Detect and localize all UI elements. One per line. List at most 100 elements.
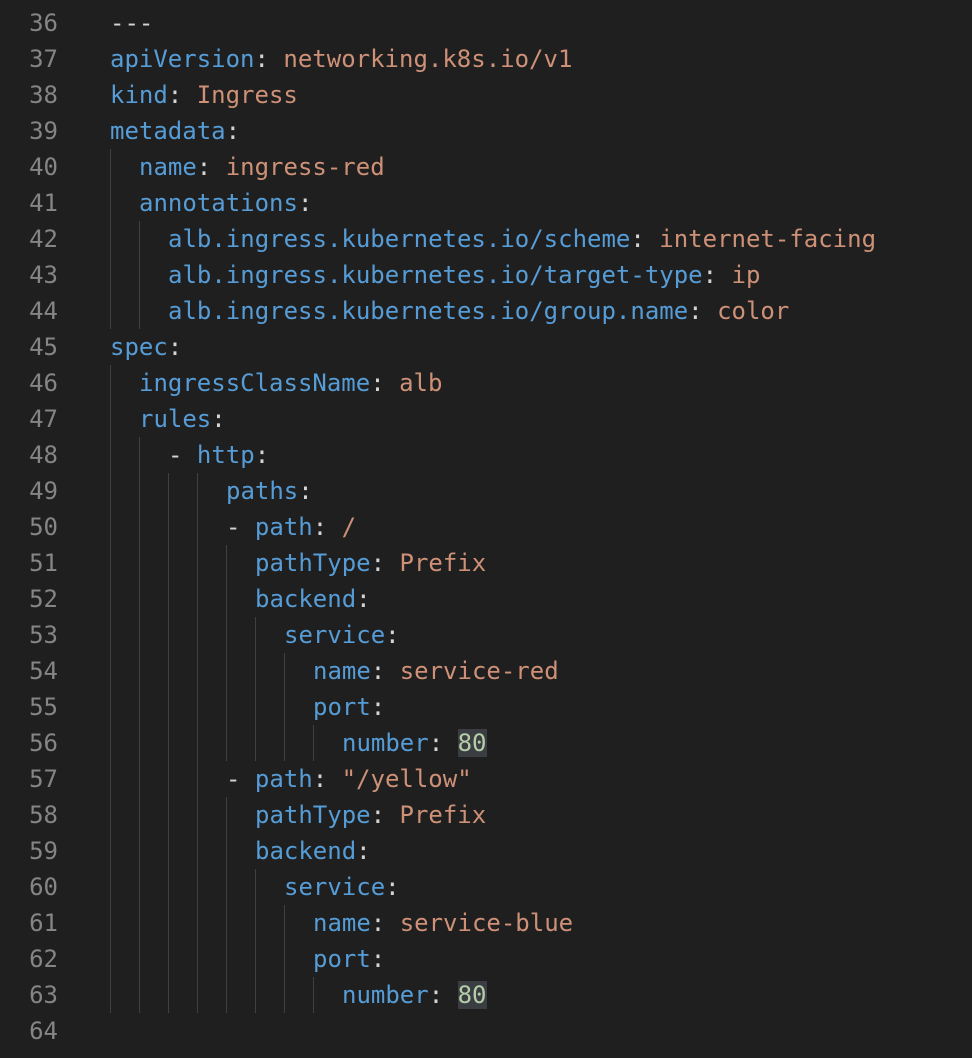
code-line[interactable]: 54 name: service-red <box>0 653 972 689</box>
yaml-key: number <box>342 981 429 1009</box>
code-text: pathType: Prefix <box>255 797 486 833</box>
indent-guide <box>313 725 314 761</box>
code-line[interactable]: 58 pathType: Prefix <box>0 797 972 833</box>
code-text: service: <box>284 617 400 653</box>
code-line[interactable]: 50 - path: / <box>0 509 972 545</box>
indent-guide <box>284 905 285 941</box>
indent-guide <box>197 797 198 833</box>
yaml-value: Prefix <box>399 801 487 829</box>
code-line[interactable]: 60 service: <box>0 869 972 905</box>
yaml-punctuation: : <box>630 225 660 253</box>
indent-guide <box>168 689 169 725</box>
code-line[interactable]: 52 backend: <box>0 581 972 617</box>
code-line[interactable]: 43 alb.ingress.kubernetes.io/target-type:… <box>0 257 972 293</box>
indent-guide <box>110 761 111 797</box>
indent-guide <box>284 653 285 689</box>
indent-guide <box>168 833 169 869</box>
yaml-punctuation: : <box>167 81 197 109</box>
code-line[interactable]: 41 annotations: <box>0 185 972 221</box>
code-text: number: 80 <box>342 725 487 761</box>
indent-guide <box>110 149 111 185</box>
code-text: alb.ingress.kubernetes.io/target-type: i… <box>168 257 760 293</box>
yaml-punctuation: - <box>226 513 255 541</box>
yaml-punctuation: : <box>211 405 226 433</box>
code-line[interactable]: 51 pathType: Prefix <box>0 545 972 581</box>
code-line[interactable]: 56 number: 80 <box>0 725 972 761</box>
code-text: - http: <box>168 437 269 473</box>
yaml-key: apiVersion <box>110 45 255 73</box>
indent-guide <box>110 689 111 725</box>
code-line[interactable]: 45 spec: <box>0 329 972 365</box>
code-line[interactable]: 55 port: <box>0 689 972 725</box>
yaml-punctuation: : <box>688 297 718 325</box>
indent-guide <box>197 761 198 797</box>
indent-guide <box>255 977 256 1013</box>
yaml-punctuation: : <box>370 693 386 721</box>
line-number: 46 <box>29 369 58 397</box>
yaml-punctuation: : <box>356 585 371 613</box>
code-line[interactable]: 44 alb.ingress.kubernetes.io/group.name: … <box>0 293 972 329</box>
code-line[interactable]: 46 ingressClassName: alb <box>0 365 972 401</box>
yaml-punctuation: : <box>254 441 270 469</box>
indent-guide <box>255 725 256 761</box>
indent-guide <box>284 977 285 1013</box>
yaml-key: alb.ingress.kubernetes.io/target-type <box>168 261 703 289</box>
indent-guide <box>197 869 198 905</box>
line-number: 45 <box>29 333 58 361</box>
line-number: 52 <box>29 585 58 613</box>
code-line[interactable]: 64 <box>0 1013 972 1049</box>
code-line[interactable]: 40 name: ingress-red <box>0 149 972 185</box>
code-line[interactable]: 62 port: <box>0 941 972 977</box>
indent-guide <box>284 689 285 725</box>
indent-guide <box>139 293 140 329</box>
code-line[interactable]: 48 - http: <box>0 437 972 473</box>
code-line[interactable]: 57 - path: "/yellow" <box>0 761 972 797</box>
code-line[interactable]: 49 paths: <box>0 473 972 509</box>
yaml-punctuation: : <box>370 945 386 973</box>
yaml-punctuation: : <box>370 909 400 937</box>
indent-guide <box>226 797 227 833</box>
indent-guide <box>197 977 198 1013</box>
code-line[interactable]: 37 apiVersion: networking.k8s.io/v1 <box>0 41 972 77</box>
code-text: ingressClassName: alb <box>139 365 442 401</box>
indent-guide <box>110 725 111 761</box>
indent-guide <box>168 797 169 833</box>
indent-guide <box>110 617 111 653</box>
yaml-key: port <box>313 945 371 973</box>
code-line[interactable]: 59 backend: <box>0 833 972 869</box>
yaml-key: alb.ingress.kubernetes.io/group.name <box>168 297 689 325</box>
line-number: 61 <box>29 909 58 937</box>
code-line[interactable]: 39 metadata: <box>0 113 972 149</box>
yaml-key: backend <box>255 837 357 865</box>
yaml-punctuation: : <box>370 549 400 577</box>
line-number: 54 <box>29 657 58 685</box>
indent-guide <box>110 437 111 473</box>
indent-guide <box>226 833 227 869</box>
line-number: 43 <box>29 261 58 289</box>
code-text: - path: / <box>226 509 356 545</box>
indent-guide <box>255 941 256 977</box>
code-line[interactable]: 38 kind: Ingress <box>0 77 972 113</box>
line-number: 59 <box>29 837 58 865</box>
indent-guide <box>197 905 198 941</box>
indent-guide <box>110 401 111 437</box>
code-line[interactable]: 63 number: 80 <box>0 977 972 1013</box>
code-line[interactable]: 47 rules: <box>0 401 972 437</box>
code-line[interactable]: 53 service: <box>0 617 972 653</box>
indent-guide <box>139 977 140 1013</box>
indent-guide <box>197 617 198 653</box>
code-line[interactable]: 61 name: service-blue <box>0 905 972 941</box>
code-editor[interactable]: - … 36---37apiVersion: networking.k8s.io… <box>0 0 972 1058</box>
code-line[interactable]: 36 --- <box>0 5 972 41</box>
yaml-value: Ingress <box>196 81 298 109</box>
code-line[interactable]: 42 alb.ingress.kubernetes.io/scheme: inte… <box>0 221 972 257</box>
indent-guide <box>226 545 227 581</box>
indent-guide <box>168 653 169 689</box>
line-number: 49 <box>29 477 58 505</box>
indent-guide <box>110 833 111 869</box>
yaml-punctuation: --- <box>110 9 154 37</box>
indent-guide <box>110 257 111 293</box>
indent-guide <box>139 941 140 977</box>
line-number: 42 <box>29 225 58 253</box>
code-text: kind: Ingress <box>110 77 298 113</box>
